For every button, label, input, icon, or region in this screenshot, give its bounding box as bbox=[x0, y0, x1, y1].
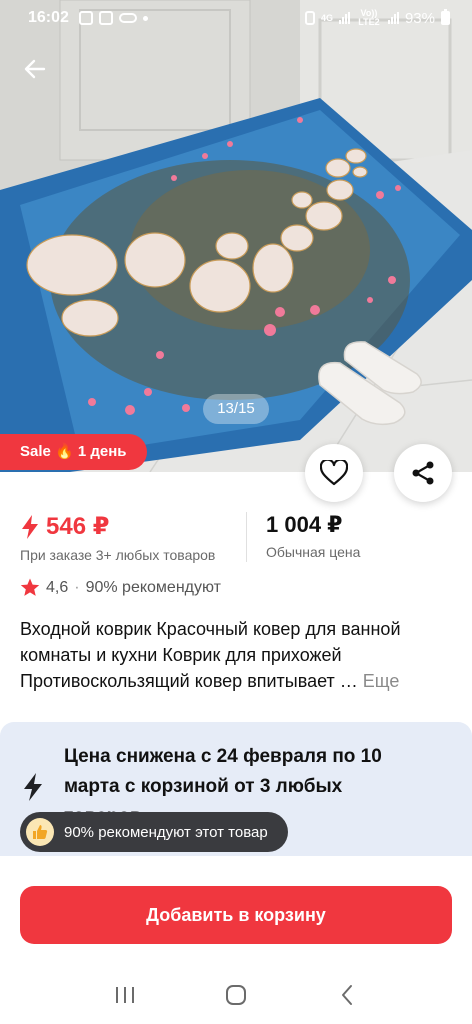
status-bar: 16:02 4G Vo)) LTE2 93% bbox=[0, 0, 472, 36]
system-nav-bar bbox=[0, 966, 472, 1024]
link-icon bbox=[118, 13, 137, 23]
nav-home-button[interactable] bbox=[216, 975, 256, 1015]
star-icon bbox=[20, 578, 40, 596]
favorite-button[interactable] bbox=[305, 444, 363, 502]
price-divider bbox=[246, 512, 247, 562]
thumbs-up-icon bbox=[26, 818, 54, 846]
product-title-text: Входной коврик Красочный ковер для ванно… bbox=[20, 619, 401, 691]
lte-label: Vo)) LTE2 bbox=[358, 8, 380, 27]
sim-icon bbox=[304, 11, 315, 25]
nav-recent-button[interactable] bbox=[105, 975, 145, 1015]
sale-badge: Sale 🔥 1 день bbox=[0, 434, 147, 470]
battery-icon bbox=[441, 9, 450, 25]
battery-percent: 93% bbox=[404, 9, 435, 27]
rating-row[interactable]: 4,6 · 90% рекомендуют bbox=[20, 578, 221, 597]
rating-score: 4,6 bbox=[46, 578, 69, 596]
add-to-cart-button[interactable]: Добавить в корзину bbox=[20, 886, 452, 944]
rating-separator: · bbox=[74, 578, 80, 596]
recommend-pill: 90% рекомендуют этот товар bbox=[20, 812, 288, 852]
back-button[interactable] bbox=[18, 52, 52, 86]
sale-price-note: При заказе 3+ любых товаров bbox=[20, 547, 216, 563]
back-arrow-icon bbox=[24, 59, 46, 79]
product-title[interactable]: Входной коврик Красочный ковер для ванно… bbox=[20, 616, 456, 694]
recommend-pill-text: 90% рекомендуют этот товар bbox=[64, 823, 268, 841]
gallery-counter: 13/15 bbox=[203, 394, 269, 424]
lightning-icon bbox=[22, 514, 38, 539]
regular-price: 1 004 ₽ bbox=[266, 512, 343, 537]
sale-price-block: 546 ₽ При заказе 3+ любых товаров bbox=[20, 512, 215, 563]
status-time: 16:02 bbox=[28, 9, 69, 26]
shopping-bag-icon bbox=[78, 11, 93, 25]
more-link[interactable]: Еще bbox=[363, 671, 400, 691]
notification-icons bbox=[78, 11, 148, 25]
network-type: 4G bbox=[320, 12, 333, 23]
promo-lightning bbox=[22, 772, 44, 807]
lightning-icon bbox=[24, 773, 42, 801]
recommend-percent: 90% рекомендуют bbox=[85, 578, 221, 596]
signal-icon bbox=[338, 12, 350, 24]
regular-price-block: 1 004 ₽ Обычная цена bbox=[266, 512, 360, 560]
nav-recent-icon bbox=[116, 987, 135, 1003]
nav-back-button[interactable] bbox=[327, 975, 367, 1015]
nav-home-icon bbox=[225, 985, 246, 1005]
more-notifications-icon bbox=[142, 15, 148, 21]
music-app-icon bbox=[98, 11, 113, 25]
share-button[interactable] bbox=[394, 444, 452, 502]
regular-price-note: Обычная цена bbox=[266, 544, 361, 560]
share-icon bbox=[412, 461, 434, 485]
signal-2-icon bbox=[387, 12, 399, 24]
product-image-gallery[interactable]: 16:02 4G Vo)) LTE2 93% 13/15 bbox=[0, 0, 472, 472]
heart-icon bbox=[320, 460, 348, 486]
sale-price: 546 ₽ bbox=[46, 513, 110, 540]
nav-back-icon bbox=[341, 985, 352, 1005]
